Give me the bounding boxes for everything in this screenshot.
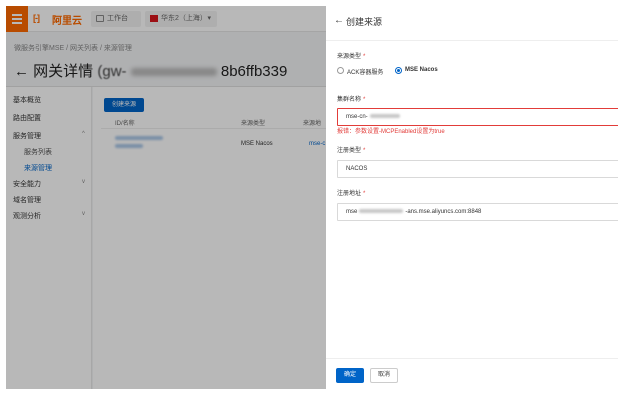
- radio-unchecked-icon: [337, 67, 344, 74]
- cluster-error-message: 报错：参数设置-MCPEnabled设置为true: [337, 129, 445, 135]
- registry-address-prefix: mse: [346, 209, 358, 215]
- confirm-button[interactable]: 确定: [336, 368, 364, 383]
- redacted-cluster-id: [369, 114, 400, 119]
- cancel-button[interactable]: 取消: [370, 368, 398, 383]
- source-type-label: 来源类型 *: [337, 54, 366, 60]
- console-screen: [-] 阿里云 工作台 华东2（上海） ▾ 微服务引擎MSE / 网关列表 / …: [6, 6, 618, 389]
- registry-address-suffix: -ans.mse.aliyuncs.com:8848: [405, 209, 482, 215]
- registry-type-field[interactable]: NACOS: [337, 160, 618, 178]
- registry-address-field[interactable]: mse -ans.mse.aliyuncs.com:8848: [337, 203, 618, 221]
- radio-ack-container[interactable]: ACK容器服务: [337, 67, 383, 76]
- drawer-footer: 确定 取消: [326, 358, 618, 389]
- radio-checked-icon: [395, 67, 402, 74]
- registry-type-value: NACOS: [346, 166, 368, 172]
- redacted-registry-host: [359, 209, 404, 214]
- back-arrow-icon[interactable]: ←: [334, 15, 344, 26]
- registry-address-label: 注册地址 *: [337, 191, 366, 197]
- drawer-header: ← 创建来源: [326, 6, 618, 41]
- registry-type-label: 注册类型 *: [337, 148, 366, 154]
- cluster-name-label: 集群名称 *: [337, 97, 366, 103]
- cluster-name-value: mse-cn-: [346, 114, 368, 120]
- radio-ack-label: ACK容器服务: [347, 70, 384, 76]
- radio-mse-nacos-label: MSE Nacos: [405, 67, 438, 73]
- cluster-name-select[interactable]: mse-cn-: [337, 108, 618, 126]
- drawer-title: 创建来源: [346, 17, 383, 27]
- radio-mse-nacos[interactable]: MSE Nacos: [395, 67, 438, 74]
- modal-overlay[interactable]: [6, 6, 326, 389]
- create-source-drawer: ← 创建来源 来源类型 * ACK容器服务 MSE Nacos 集群名称 * mse…: [326, 6, 618, 389]
